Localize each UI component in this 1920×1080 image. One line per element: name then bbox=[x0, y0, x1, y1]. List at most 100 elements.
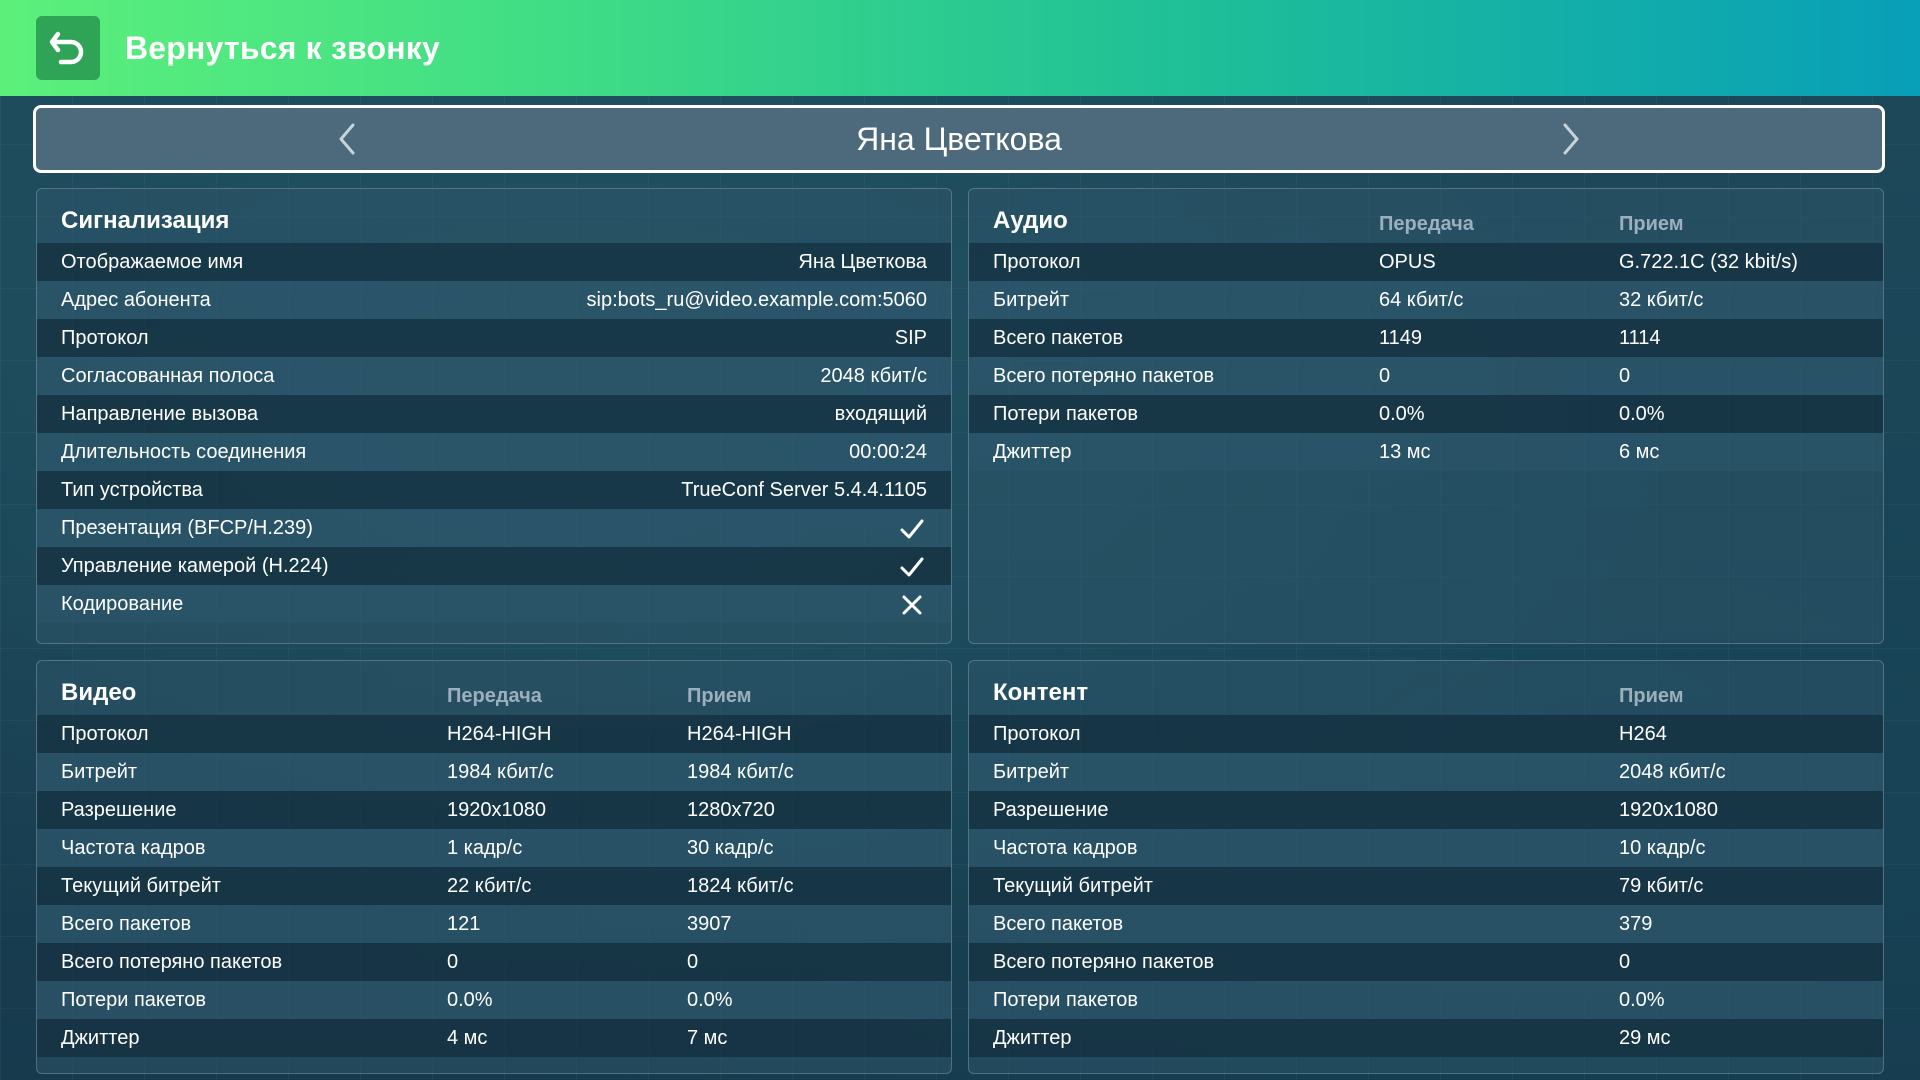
header-bar: Вернуться к звонку bbox=[0, 0, 1920, 96]
row-value: входящий bbox=[834, 403, 927, 425]
row-label: Согласованная полоса bbox=[61, 365, 275, 387]
row-label: Битрейт bbox=[61, 761, 138, 783]
table-row: Всего потеряно пакетов 0 bbox=[969, 943, 1883, 981]
table-row: Адрес абонента sip:bots_ru@video.example… bbox=[37, 281, 951, 319]
receive-value: 2048 кбит/с bbox=[1619, 761, 1726, 783]
row-label: Протокол bbox=[993, 723, 1081, 745]
receive-value: 79 кбит/с bbox=[1619, 875, 1704, 897]
row-label: Битрейт bbox=[993, 289, 1070, 311]
table-row: Битрейт 1984 кбит/с 1984 кбит/с bbox=[37, 753, 951, 791]
table-row: Текущий битрейт 79 кбит/с bbox=[969, 867, 1883, 905]
receive-value: 0.0% bbox=[687, 989, 733, 1011]
row-label: Всего пакетов bbox=[993, 913, 1124, 935]
receive-value: 1114 bbox=[1619, 327, 1661, 349]
receive-value: H264-HIGH bbox=[687, 723, 792, 745]
table-row: Тип устройства TrueConf Server 5.4.4.110… bbox=[37, 471, 951, 509]
return-arrow-icon bbox=[49, 31, 84, 65]
receive-value: 32 кбит/с bbox=[1619, 289, 1704, 311]
receive-value: 0.0% bbox=[1619, 989, 1665, 1011]
signaling-title: Сигнализация bbox=[61, 207, 230, 234]
video-panel-header: Видео Передача Прием bbox=[37, 661, 951, 715]
column-header-receive: Прием bbox=[1619, 685, 1684, 707]
row-label: Текущий битрейт bbox=[993, 875, 1153, 897]
table-row: Управление камерой (H.224) bbox=[37, 547, 951, 585]
column-header-receive: Прием bbox=[1619, 213, 1684, 235]
receive-value: 7 мс bbox=[687, 1027, 728, 1049]
transmit-value: 121 bbox=[447, 913, 481, 935]
transmit-value: 1149 bbox=[1379, 327, 1423, 349]
receive-value: 10 кадр/с bbox=[1619, 837, 1706, 859]
content-title: Контент bbox=[993, 679, 1089, 706]
row-value: 00:00:24 bbox=[849, 441, 927, 463]
row-label: Всего потеряно пакетов bbox=[993, 951, 1215, 973]
row-value: 2048 кбит/с bbox=[820, 365, 927, 387]
table-row: Битрейт 64 кбит/с 32 кбит/с bbox=[969, 281, 1883, 319]
transmit-value: 4 мс bbox=[447, 1027, 488, 1049]
transmit-value: 0 bbox=[447, 951, 459, 973]
row-label: Тип устройства bbox=[61, 479, 203, 501]
table-row: Согласованная полоса 2048 кбит/с bbox=[37, 357, 951, 395]
table-row: Битрейт 2048 кбит/с bbox=[969, 753, 1883, 791]
row-label: Потери пакетов bbox=[993, 989, 1139, 1011]
transmit-value: 0 bbox=[1379, 365, 1391, 387]
row-label: Адрес абонента bbox=[61, 289, 211, 311]
previous-participant-button[interactable] bbox=[332, 119, 362, 159]
row-label: Презентация (BFCP/H.239) bbox=[61, 517, 313, 539]
check-icon bbox=[900, 519, 924, 539]
row-label: Управление камерой (H.224) bbox=[61, 555, 329, 577]
back-to-call-button[interactable] bbox=[36, 16, 100, 80]
column-header-transmit: Передача bbox=[1379, 213, 1474, 235]
table-row: Потери пакетов 0.0% 0.0% bbox=[37, 981, 951, 1019]
table-row: Джиттер 13 мс 6 мс bbox=[969, 433, 1883, 471]
row-label: Отображаемое имя bbox=[61, 251, 244, 273]
transmit-value: OPUS bbox=[1379, 251, 1436, 273]
video-title: Видео bbox=[61, 679, 137, 706]
next-participant-button[interactable] bbox=[1556, 119, 1586, 159]
receive-value: 1280x720 bbox=[687, 799, 775, 821]
row-label: Разрешение bbox=[61, 799, 177, 821]
audio-panel-header: Аудио Передача Прием bbox=[969, 189, 1883, 243]
table-row: Текущий битрейт 22 кбит/с 1824 кбит/с bbox=[37, 867, 951, 905]
table-row: Джиттер 29 мс bbox=[969, 1019, 1883, 1057]
table-row: Протокол OPUS G.722.1C (32 kbit/s) bbox=[969, 243, 1883, 281]
transmit-value: 64 кбит/с bbox=[1379, 289, 1464, 311]
transmit-value: 1920x1080 bbox=[447, 799, 546, 821]
table-row: Направление вызова входящий bbox=[37, 395, 951, 433]
receive-value: 3907 bbox=[687, 913, 732, 935]
column-header-receive: Прием bbox=[687, 685, 752, 707]
table-row: Длительность соединения 00:00:24 bbox=[37, 433, 951, 471]
transmit-value: 1984 кбит/с bbox=[447, 761, 554, 783]
transmit-value: 1 кадр/с bbox=[447, 837, 523, 859]
transmit-value: H264-HIGH bbox=[447, 723, 552, 745]
row-label: Потери пакетов bbox=[61, 989, 207, 1011]
row-label: Битрейт bbox=[993, 761, 1070, 783]
row-label: Всего пакетов bbox=[61, 913, 192, 935]
table-row: Всего пакетов 1149 1114 bbox=[969, 319, 1883, 357]
transmit-value: 13 мс bbox=[1379, 441, 1431, 463]
row-value: Яна Цветкова bbox=[798, 251, 927, 273]
table-row: Разрешение 1920x1080 bbox=[969, 791, 1883, 829]
table-row: Частота кадров 1 кадр/с 30 кадр/с bbox=[37, 829, 951, 867]
row-label: Направление вызова bbox=[61, 403, 259, 425]
receive-value: 0.0% bbox=[1619, 403, 1665, 425]
table-row: Протокол H264-HIGH H264-HIGH bbox=[37, 715, 951, 753]
receive-value: 0 bbox=[687, 951, 699, 973]
receive-value: 0 bbox=[1619, 951, 1631, 973]
row-label: Всего потеряно пакетов bbox=[993, 365, 1215, 387]
back-to-call-label[interactable]: Вернуться к звонку bbox=[125, 30, 440, 67]
table-row: Всего пакетов 121 3907 bbox=[37, 905, 951, 943]
transmit-value: 0.0% bbox=[447, 989, 493, 1011]
row-value: SIP bbox=[894, 327, 927, 349]
table-row: Джиттер 4 мс 7 мс bbox=[37, 1019, 951, 1057]
receive-value: 6 мс bbox=[1619, 441, 1660, 463]
receive-value: 0 bbox=[1619, 365, 1631, 387]
transmit-value: 0.0% bbox=[1379, 403, 1425, 425]
row-label: Протокол bbox=[61, 723, 149, 745]
row-label: Длительность соединения bbox=[61, 441, 307, 463]
audio-title: Аудио bbox=[993, 207, 1068, 234]
audio-panel: Аудио Передача Прием Протокол OPUS G.722… bbox=[968, 188, 1884, 644]
participant-name: Яна Цветкова bbox=[856, 120, 1062, 157]
table-row: Разрешение 1920x1080 1280x720 bbox=[37, 791, 951, 829]
table-row: Всего потеряно пакетов 0 0 bbox=[969, 357, 1883, 395]
chevron-left-icon bbox=[339, 123, 355, 155]
